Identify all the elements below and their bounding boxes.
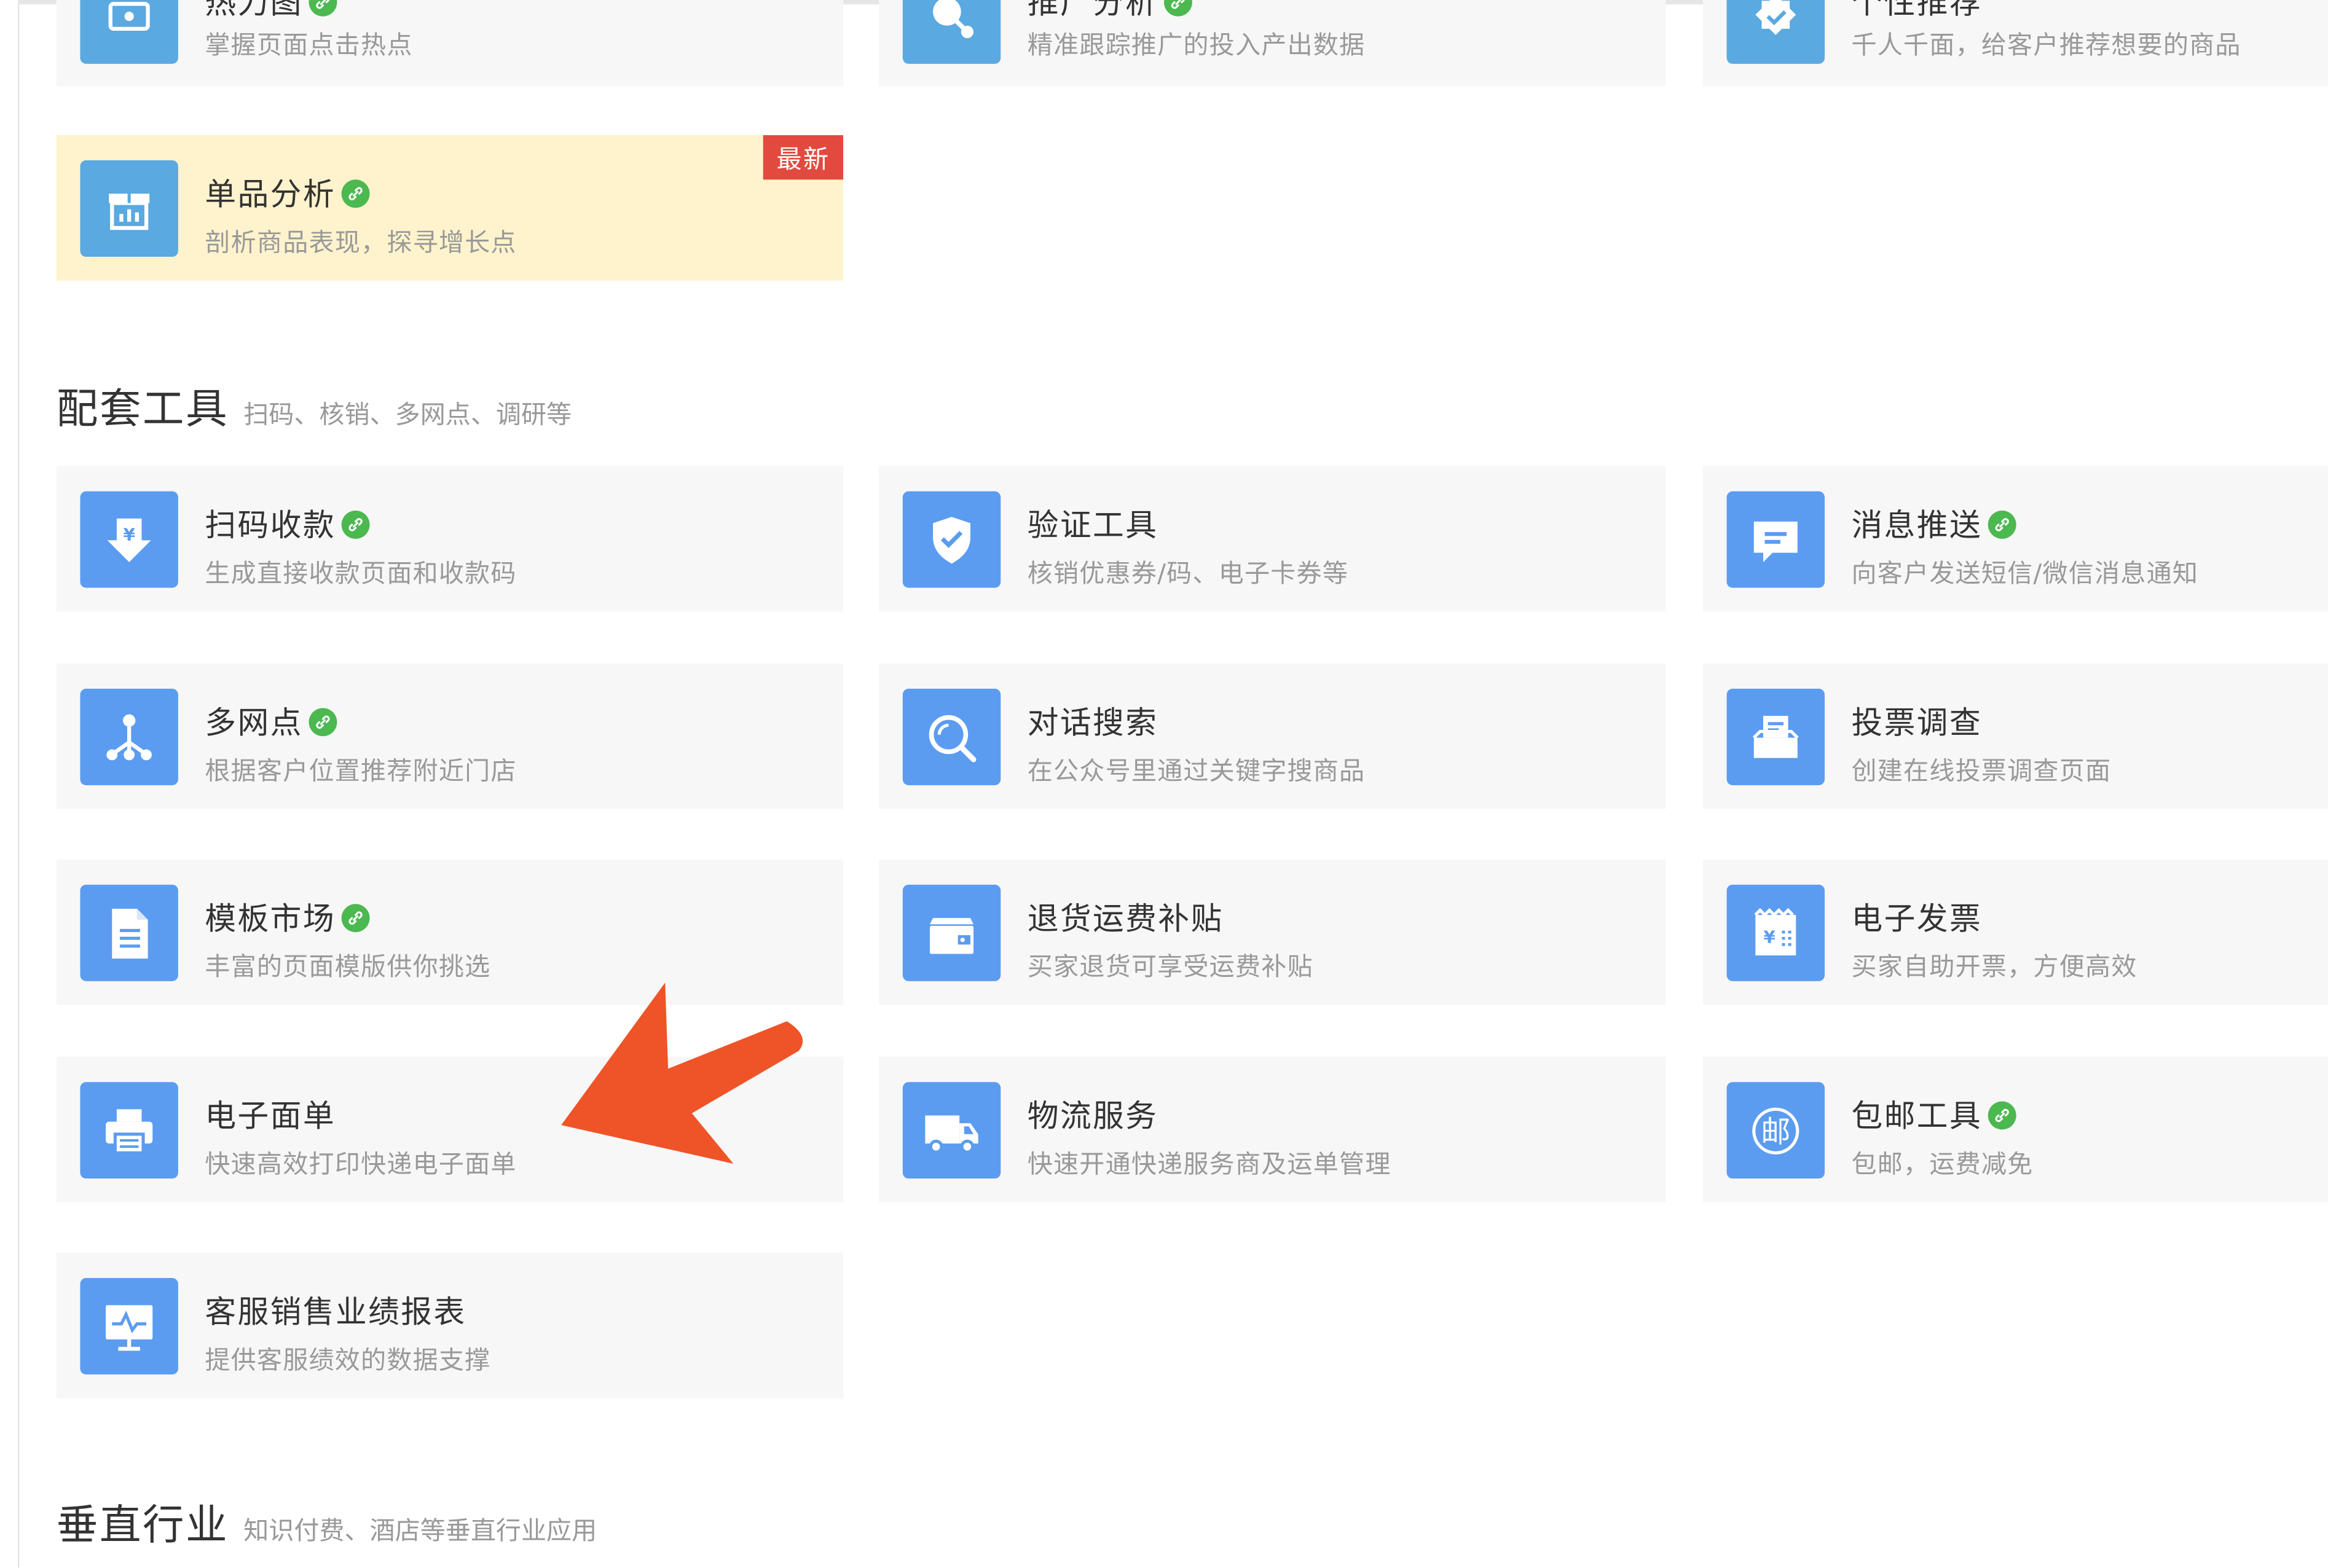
app-card-cs-sales-report[interactable]: 客服销售业绩报表 提供客服绩效的数据支撑 bbox=[56, 1252, 844, 1398]
link-icon bbox=[1988, 1100, 2016, 1129]
card-subtitle: 买家退货可享受运费补贴 bbox=[1027, 952, 1313, 983]
app-card-recommend[interactable]: 个性推荐 千人千面，给客户推荐想要的商品 bbox=[1702, 0, 2328, 87]
app-card-promo-analysis[interactable]: 推广分析 精准跟踪推广的投入产出数据 bbox=[879, 0, 1666, 87]
app-card-scan-pay[interactable]: ¥ 扫码收款 生成直接收款页面和收款码 bbox=[56, 466, 844, 612]
network-nodes-icon bbox=[80, 688, 178, 785]
wallet-icon bbox=[902, 884, 1001, 981]
link-icon bbox=[309, 0, 337, 16]
ballot-box-icon bbox=[1726, 688, 1825, 785]
award-icon bbox=[1726, 0, 1825, 64]
app-card-e-invoice[interactable]: ¥ 电子发票 买家自助开票，方便高效 bbox=[1702, 859, 2328, 1005]
card-subtitle: 根据客户位置推荐附近门店 bbox=[205, 757, 517, 787]
card-subtitle: 核销优惠券/码、电子卡券等 bbox=[1027, 559, 1349, 590]
section-header-vertical-industry: 垂直行业 知识付费、酒店等垂直行业应用 bbox=[57, 1493, 597, 1553]
app-card-multi-store[interactable]: 多网点 根据客户位置推荐附近门店 bbox=[56, 663, 844, 809]
post-icon: 邮 bbox=[1726, 1082, 1825, 1179]
card-subtitle: 掌握页面点击热点 bbox=[205, 31, 413, 61]
app-card-heatmap[interactable]: 热力图 掌握页面点击热点 bbox=[56, 0, 844, 87]
card-subtitle: 千人千面，给客户推荐想要的商品 bbox=[1851, 31, 2241, 61]
document-icon bbox=[80, 884, 178, 981]
section-title: 配套工具 bbox=[56, 384, 229, 434]
page-left-border bbox=[17, 0, 20, 1568]
card-subtitle: 丰富的页面模版供你挑选 bbox=[205, 952, 491, 983]
card-subtitle: 快速高效打印快递电子面单 bbox=[205, 1150, 517, 1180]
card-title: 对话搜索 bbox=[1027, 705, 1158, 741]
section-header-tools: 配套工具 扫码、核销、多网点、调研等 bbox=[57, 377, 572, 437]
svg-text:¥: ¥ bbox=[1763, 927, 1775, 947]
card-subtitle: 在公众号里通过关键字搜商品 bbox=[1027, 757, 1366, 787]
card-title: 客服销售业绩报表 bbox=[205, 1294, 466, 1330]
card-title: 包邮工具 bbox=[1851, 1098, 1983, 1134]
search-icon bbox=[902, 688, 1001, 785]
card-title: 退货运费补贴 bbox=[1027, 901, 1224, 937]
app-card-return-shipping-subsidy[interactable]: 退货运费补贴 买家退货可享受运费补贴 bbox=[879, 859, 1666, 1005]
shield-check-icon bbox=[902, 491, 1001, 588]
link-icon bbox=[341, 179, 370, 208]
card-title: 物流服务 bbox=[1027, 1098, 1158, 1134]
card-title: 热力图 bbox=[205, 0, 303, 21]
card-title: 个性推荐 bbox=[1851, 0, 1983, 21]
link-icon bbox=[341, 903, 370, 931]
app-card-message-push[interactable]: 消息推送 向客户发送短信/微信消息通知 bbox=[1702, 466, 2328, 612]
yuan-download-icon: ¥ bbox=[80, 491, 178, 588]
app-card-item-analysis[interactable]: 单品分析 剖析商品表现，探寻增长点 最新 bbox=[56, 135, 844, 281]
card-subtitle: 向客户发送短信/微信消息通知 bbox=[1851, 559, 2199, 590]
post-icon-text: 邮 bbox=[1761, 1114, 1790, 1148]
promo-analysis-icon bbox=[902, 0, 1001, 64]
card-title: 单品分析 bbox=[205, 176, 336, 213]
heatmap-icon bbox=[80, 0, 178, 64]
app-card-logistics-service[interactable]: 物流服务 快速开通快递服务商及运单管理 bbox=[879, 1057, 1666, 1202]
link-icon bbox=[1988, 509, 2016, 538]
svg-text:¥: ¥ bbox=[123, 523, 135, 544]
card-title: 消息推送 bbox=[1851, 508, 1983, 544]
truck-icon bbox=[902, 1082, 1001, 1179]
card-title: 电子发票 bbox=[1851, 901, 1983, 937]
card-title: 多网点 bbox=[205, 705, 303, 741]
link-icon bbox=[341, 509, 370, 538]
monitor-chart-icon bbox=[80, 1278, 178, 1375]
new-badge: 最新 bbox=[763, 135, 844, 180]
app-card-verify-tool[interactable]: 验证工具 核销优惠券/码、电子卡券等 bbox=[879, 466, 1666, 612]
card-title: 扫码收款 bbox=[205, 508, 336, 544]
card-subtitle: 快速开通快递服务商及运单管理 bbox=[1027, 1150, 1391, 1180]
card-title: 电子面单 bbox=[205, 1098, 336, 1134]
printer-icon bbox=[80, 1082, 178, 1179]
card-title: 投票调查 bbox=[1851, 705, 1983, 741]
section-title: 垂直行业 bbox=[56, 1500, 229, 1550]
bar-chart-icon bbox=[80, 160, 178, 257]
app-card-vote-survey[interactable]: 投票调查 创建在线投票调查页面 bbox=[1702, 663, 2328, 809]
card-title: 推广分析 bbox=[1027, 0, 1158, 21]
card-subtitle: 剖析商品表现，探寻增长点 bbox=[205, 229, 517, 259]
card-title: 验证工具 bbox=[1027, 508, 1158, 544]
section-desc: 知识付费、酒店等垂直行业应用 bbox=[243, 1516, 597, 1547]
card-subtitle: 创建在线投票调查页面 bbox=[1851, 757, 2112, 787]
card-title: 模板市场 bbox=[205, 901, 336, 937]
app-card-e-waybill[interactable]: 电子面单 快速高效打印快递电子面单 bbox=[56, 1057, 844, 1202]
card-subtitle: 精准跟踪推广的投入产出数据 bbox=[1027, 31, 1366, 61]
section-desc: 扫码、核销、多网点、调研等 bbox=[243, 401, 572, 431]
app-card-chat-search[interactable]: 对话搜索 在公众号里通过关键字搜商品 bbox=[879, 663, 1666, 809]
invoice-icon: ¥ bbox=[1726, 884, 1825, 981]
link-icon bbox=[309, 707, 337, 736]
card-subtitle: 提供客服绩效的数据支撑 bbox=[205, 1346, 491, 1376]
app-card-template-market[interactable]: 模板市场 丰富的页面模版供你挑选 bbox=[56, 859, 844, 1005]
card-subtitle: 买家自助开票，方便高效 bbox=[1851, 952, 2137, 983]
link-icon bbox=[1163, 0, 1192, 16]
card-subtitle: 生成直接收款页面和收款码 bbox=[205, 559, 517, 590]
app-card-free-shipping-tool[interactable]: 邮 包邮工具 包邮，运费减免 bbox=[1702, 1057, 2328, 1202]
card-subtitle: 包邮，运费减免 bbox=[1851, 1150, 2034, 1180]
message-icon bbox=[1726, 491, 1825, 588]
